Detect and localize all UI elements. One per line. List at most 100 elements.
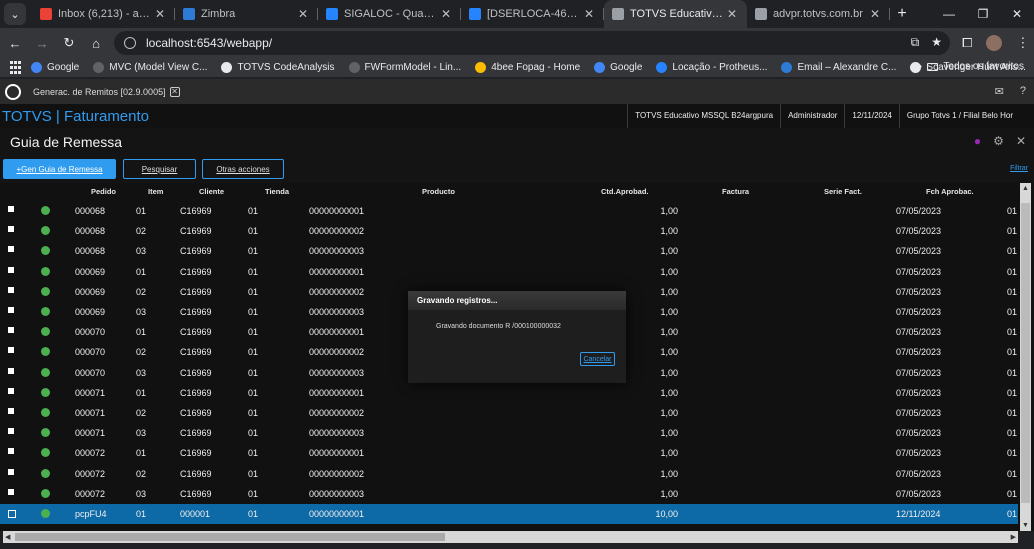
row-checkbox[interactable] [8, 488, 14, 495]
browser-tab[interactable]: Inbox (6,213) - acircenis@ ✕ [32, 0, 175, 28]
table-row[interactable]: 000071 01 C16969 01 00000000001 1,00 07/… [0, 383, 1018, 403]
bookmark-item[interactable]: Locação - Protheus... [656, 62, 767, 73]
all-bookmarks-folder[interactable]: Todos os favoritos [927, 61, 1024, 72]
horizontal-scroll-thumb[interactable] [15, 533, 445, 541]
install-app-icon[interactable]: ⧉ [911, 35, 920, 50]
scroll-down-icon[interactable]: ▼ [1022, 522, 1029, 529]
address-bar[interactable]: localhost:6543/webapp/ ⧉ ★ [114, 31, 950, 55]
row-checkbox[interactable] [8, 226, 14, 233]
row-checkbox[interactable] [8, 468, 14, 475]
bookmark-item[interactable]: Email – Alexandre C... [781, 62, 896, 73]
browser-tab[interactable]: advpr.totvs.com.br ✕ [747, 0, 890, 28]
browser-tab[interactable]: [DSERLOCA-4623] Geração ✕ [461, 0, 604, 28]
table-row[interactable]: 000072 01 C16969 01 00000000001 1,00 07/… [0, 443, 1018, 463]
bookmark-star-icon[interactable]: ★ [931, 35, 942, 50]
row-checkbox[interactable] [8, 246, 14, 253]
site-info-icon[interactable] [124, 37, 136, 49]
table-row[interactable]: 000068 03 C16969 01 00000000003 1,00 07/… [0, 241, 1018, 261]
table-row[interactable]: 000071 03 C16969 01 00000000003 1,00 07/… [0, 423, 1018, 443]
column-header[interactable]: Tienda [265, 187, 289, 196]
tab-close-icon[interactable]: ✕ [153, 7, 167, 21]
tab-search-chevron-icon[interactable]: ⌄ [4, 3, 26, 25]
vertical-scrollbar[interactable]: ▲ ▼ [1020, 183, 1031, 531]
horizontal-scrollbar[interactable]: ◀ ▶ [3, 531, 1018, 543]
table-row[interactable]: 000071 02 C16969 01 00000000002 1,00 07/… [0, 403, 1018, 423]
tab-close-icon[interactable]: ✕ [725, 7, 739, 21]
minimize-icon[interactable]: — [932, 0, 966, 28]
table-row[interactable]: pcpFU4 01 000001 01 00000000001 10,00 12… [0, 504, 1018, 524]
row-checkbox[interactable] [8, 307, 14, 313]
bookmarks-overflow-icon[interactable]: » [916, 61, 922, 72]
new-tab-button[interactable]: + [890, 0, 914, 28]
tab-close-icon[interactable]: ✕ [868, 7, 882, 21]
row-checkbox[interactable] [8, 448, 14, 455]
profile-avatar[interactable] [986, 35, 1003, 51]
reload-icon[interactable]: ↻ [57, 31, 81, 55]
browser-tab[interactable]: SIGALOC - Quadro Rápido ✕ [318, 0, 461, 28]
bookmark-item[interactable]: Google [31, 62, 79, 73]
row-checkbox[interactable] [8, 428, 14, 435]
bookmark-item[interactable]: Google [594, 62, 642, 73]
gear-icon[interactable]: ⚙ [993, 134, 1004, 148]
bookmark-item[interactable]: TOTVS CodeAnalysis [221, 62, 335, 73]
open-routine-tab[interactable]: Generac. de Remitos [02.9.0005] ✕ [33, 86, 180, 97]
row-checkbox[interactable] [8, 266, 14, 273]
column-header[interactable]: Item [148, 187, 163, 196]
environment-label[interactable]: TOTVS Educativo MSSQL B24argpura [627, 104, 780, 128]
scroll-right-icon[interactable]: ▶ [1011, 533, 1016, 541]
column-header[interactable]: Factura [722, 187, 749, 196]
help-icon[interactable]: ? [1020, 85, 1026, 98]
search-button[interactable]: Pesquisar [123, 159, 196, 179]
column-header[interactable]: Producto [422, 187, 455, 196]
row-checkbox[interactable] [8, 286, 14, 293]
bookmark-item[interactable]: 4bee Fopag - Home [475, 62, 580, 73]
generate-remittance-button[interactable]: +Gen Guia de Remessa [3, 159, 116, 179]
scroll-left-icon[interactable]: ◀ [5, 533, 10, 541]
table-row[interactable]: 000072 02 C16969 01 00000000002 1,00 07/… [0, 464, 1018, 484]
back-arrow-icon[interactable]: ← [3, 31, 27, 55]
bookmark-item[interactable]: FWFormModel - Lin... [348, 62, 461, 73]
column-header[interactable]: Pedido [91, 187, 116, 196]
row-checkbox[interactable] [8, 347, 14, 354]
extensions-icon[interactable]: ⧠ [962, 35, 972, 51]
row-checkbox[interactable] [8, 206, 14, 212]
bookmark-item[interactable]: MVC (Model View C... [93, 62, 207, 73]
close-routine-icon[interactable]: ✕ [169, 86, 180, 97]
date-label[interactable]: 12/11/2024 [844, 104, 898, 128]
tab-close-icon[interactable]: ✕ [582, 7, 596, 21]
forward-arrow-icon[interactable]: → [30, 31, 54, 55]
table-row[interactable]: 000069 01 C16969 01 00000000001 1,00 07/… [0, 262, 1018, 282]
scroll-up-icon[interactable]: ▲ [1022, 185, 1029, 192]
user-label[interactable]: Administrador [780, 104, 844, 128]
tab-close-icon[interactable]: ✕ [439, 7, 453, 21]
apps-grid-icon[interactable] [10, 60, 21, 75]
vertical-scroll-thumb[interactable] [1021, 203, 1030, 503]
column-header[interactable]: Cliente [199, 187, 224, 196]
assistant-icon[interactable]: ● [974, 134, 981, 148]
home-icon[interactable]: ⌂ [84, 31, 108, 55]
browser-tab[interactable]: Zimbra ✕ [175, 0, 318, 28]
other-actions-button[interactable]: Otras acciones [202, 159, 284, 179]
address-text[interactable]: localhost:6543/webapp/ [146, 36, 272, 50]
branch-label[interactable]: Grupo Totvs 1 / Filial Belo Hor [898, 104, 1020, 128]
cancel-button[interactable]: Cancelar [580, 352, 615, 366]
column-header[interactable]: Fch Aprobac. [926, 187, 974, 196]
browser-menu-icon[interactable]: ⋮ [1016, 35, 1029, 51]
close-window-icon[interactable]: ✕ [1000, 0, 1034, 28]
tab-close-icon[interactable]: ✕ [296, 7, 310, 21]
table-row[interactable]: 000072 03 C16969 01 00000000003 1,00 07/… [0, 484, 1018, 504]
browser-tab[interactable]: TOTVS Educativo (TOTVS) ✕ [604, 0, 747, 28]
restore-icon[interactable]: ❐ [966, 0, 1000, 28]
mail-icon[interactable]: ✉ [995, 85, 1004, 98]
row-checkbox[interactable] [8, 510, 16, 518]
row-checkbox[interactable] [8, 387, 14, 394]
column-header[interactable]: Ctd.Aprobad. [601, 187, 649, 196]
table-row[interactable]: 000068 01 C16969 01 00000000001 1,00 07/… [0, 201, 1018, 221]
table-row[interactable]: 000068 02 C16969 01 00000000002 1,00 07/… [0, 221, 1018, 241]
column-header[interactable]: Serie Fact. [824, 187, 862, 196]
filter-link[interactable]: Filtrar [1010, 165, 1028, 172]
row-checkbox[interactable] [8, 408, 14, 414]
close-icon[interactable]: ✕ [1016, 134, 1026, 148]
row-checkbox[interactable] [8, 327, 14, 334]
row-checkbox[interactable] [8, 367, 14, 374]
